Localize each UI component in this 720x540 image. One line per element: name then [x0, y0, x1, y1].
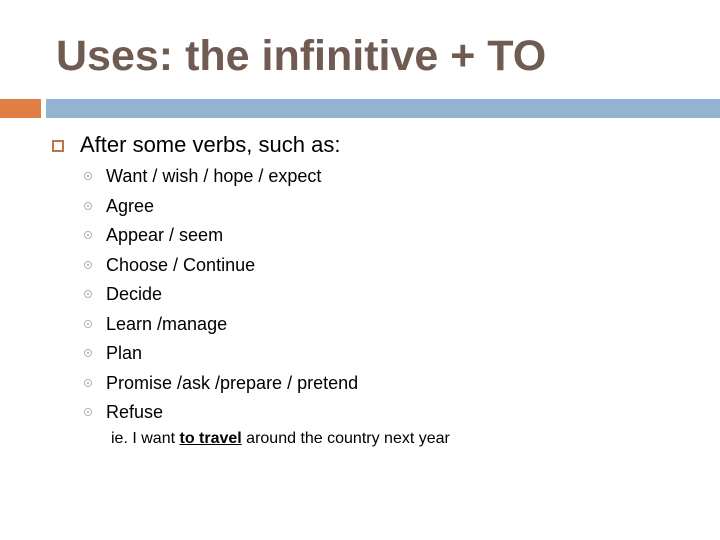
list-item-text: Agree [106, 195, 155, 216]
list-item: Decide [84, 282, 358, 312]
list-item: Learn /manage [84, 312, 358, 342]
square-bullet-icon [52, 140, 64, 152]
list-item-text: Learn /manage [106, 313, 228, 334]
circle-dot-bullet-icon [84, 260, 92, 269]
example-sentence: ie. I want to travel around the country … [111, 430, 450, 448]
circle-dot-bullet-icon [84, 349, 92, 357]
list-item-text: Plan [106, 343, 143, 363]
list-item: Agree [84, 194, 358, 224]
list-item: Promise /ask /prepare / pretend [84, 371, 358, 401]
list-item-text: Refuse [106, 402, 164, 422]
list-item: Refuse [84, 400, 358, 430]
list-item-text: Want / wish / hope / expect [106, 166, 322, 186]
circle-dot-bullet-icon [84, 231, 92, 239]
list-item: Plan [84, 341, 358, 371]
list-item-text: Promise /ask /prepare / pretend [106, 372, 359, 393]
circle-dot-bullet-icon [84, 201, 92, 210]
circle-dot-bullet-icon [84, 378, 92, 387]
slide-title: Uses: the infinitive + TO [56, 32, 547, 80]
list-item: Appear / seem [84, 223, 358, 253]
main-bullet-text: After some verbs, such as: [80, 132, 341, 157]
list-item-text: Choose / Continue [106, 254, 256, 275]
example-before: ie. I want [111, 430, 180, 447]
verb-list: Want / wish / hope / expect Agree Appear… [84, 164, 358, 430]
list-item: Choose / Continue [84, 253, 358, 283]
circle-dot-bullet-icon [84, 408, 92, 416]
accent-bar-blue [46, 99, 720, 118]
circle-dot-bullet-icon [84, 319, 92, 328]
example-after: around the country next year [241, 430, 450, 447]
accent-bar-orange [0, 99, 41, 118]
example-emphasis: to travel [179, 430, 242, 447]
circle-dot-bullet-icon [84, 290, 92, 298]
list-item-text: Appear / seem [106, 225, 224, 245]
circle-dot-bullet-icon [84, 172, 92, 180]
list-item-text: Decide [106, 284, 163, 304]
list-item: Want / wish / hope / expect [84, 164, 358, 194]
